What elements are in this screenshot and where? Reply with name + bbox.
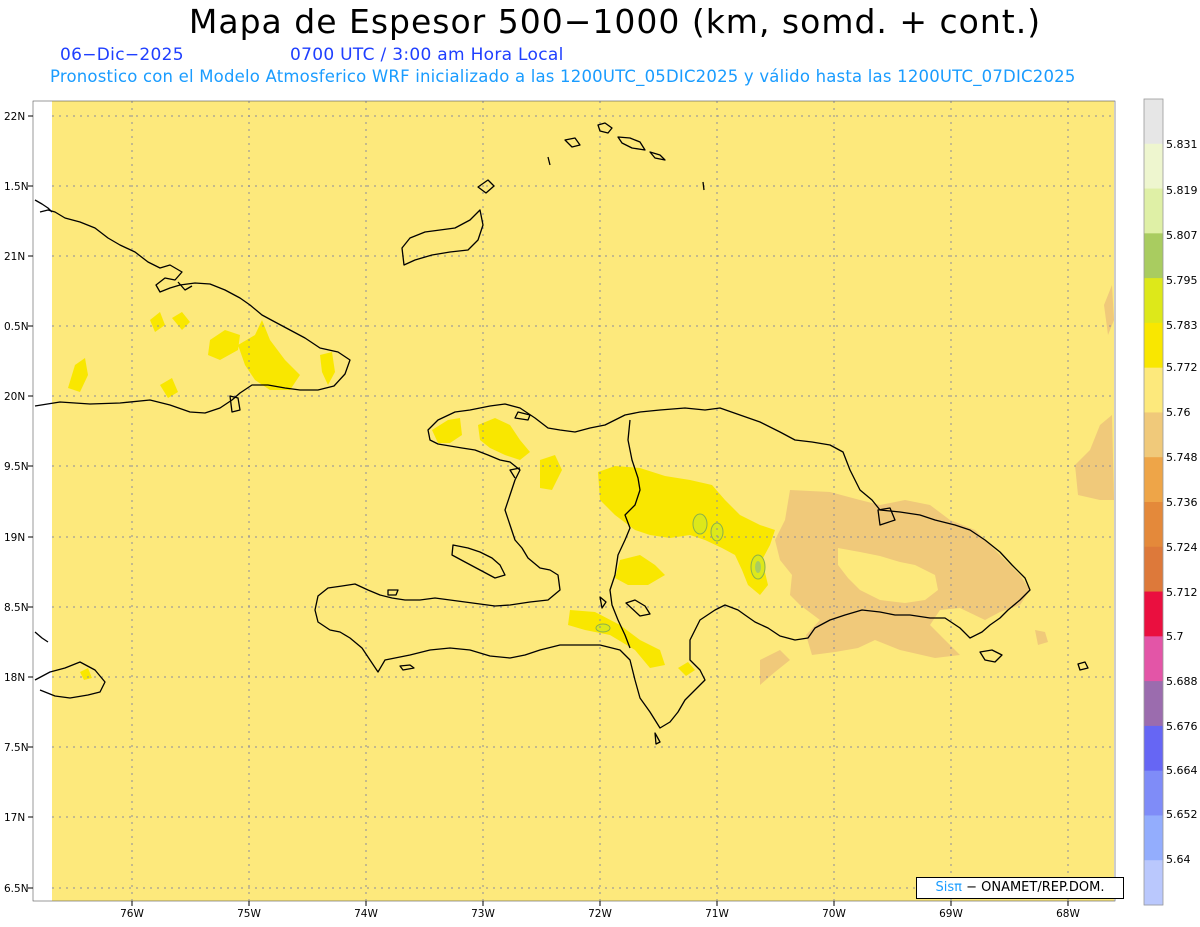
lat-label: 0.5N — [4, 321, 29, 333]
colorbar-label: 5.783 — [1166, 319, 1198, 332]
colorbar-label: 5.795 — [1166, 274, 1198, 287]
colorbar-swatch — [1144, 367, 1163, 413]
colorbar-swatch — [1144, 681, 1163, 727]
colorbar-swatch — [1144, 99, 1163, 145]
map-background — [52, 101, 1114, 901]
lon-label: 70W — [822, 908, 846, 920]
lon-axis: 76W 75W 74W 73W 72W 71W 70W 69W 68W — [120, 908, 1080, 920]
lat-label: 8.5N — [4, 602, 29, 614]
lat-label: 17N — [4, 812, 25, 824]
lon-label: 75W — [237, 908, 261, 920]
colorbar-label: 5.772 — [1166, 361, 1198, 374]
map-figure: 22N 1.5N 21N 0.5N 20N 9.5N 19N 8.5N 18N … — [4, 98, 1198, 920]
lon-ticks — [131, 901, 1069, 906]
colorbar-label: 5.819 — [1166, 184, 1198, 197]
colorbar-swatch — [1144, 143, 1163, 190]
colorbar-swatch — [1144, 502, 1163, 548]
lat-label: 7.5N — [4, 742, 29, 754]
colorbar-swatch — [1144, 233, 1163, 279]
lon-label: 71W — [705, 908, 729, 920]
lat-ticks — [28, 115, 33, 889]
colorbar-swatch — [1144, 770, 1163, 816]
colorbar-labels: 5.831 5.819 5.807 5.795 5.783 5.772 5.76… — [1166, 138, 1198, 866]
lat-label: 18N — [4, 672, 25, 684]
colorbar-label: 5.831 — [1166, 138, 1198, 151]
lon-label: 69W — [939, 908, 963, 920]
colorbar-label: 5.688 — [1166, 675, 1198, 688]
colorbar-swatch — [1144, 188, 1163, 234]
colorbar-label: 5.64 — [1166, 853, 1191, 866]
lon-label: 72W — [588, 908, 612, 920]
lat-label: 19N — [4, 532, 25, 544]
credit-logo: Sisπ — [935, 880, 962, 895]
colorbar-swatch — [1144, 860, 1163, 906]
lat-label: 21N — [4, 251, 25, 263]
colorbar-label: 5.724 — [1166, 541, 1198, 554]
colorbar-swatch — [1144, 278, 1163, 324]
lat-label: 9.5N — [4, 461, 29, 473]
lat-label: 6.5N — [4, 883, 29, 895]
credit-text: − ONAMET/REP.DOM. — [966, 880, 1105, 895]
colorbar-label: 5.807 — [1166, 229, 1198, 242]
lon-label: 73W — [471, 908, 495, 920]
colorbar-swatch — [1144, 725, 1163, 772]
colorbar-label: 5.676 — [1166, 720, 1198, 733]
colorbar — [1143, 98, 1164, 906]
colorbar-swatch — [1144, 412, 1163, 458]
lon-label: 74W — [354, 908, 378, 920]
colorbar-label: 5.652 — [1166, 808, 1198, 821]
colorbar-swatch — [1144, 546, 1163, 593]
colorbar-swatch — [1144, 815, 1163, 861]
colorbar-swatch — [1144, 322, 1163, 369]
colorbar-label: 5.664 — [1166, 764, 1198, 777]
lon-label: 68W — [1056, 908, 1080, 920]
colorbar-label: 5.76 — [1166, 406, 1191, 419]
lat-axis: 22N 1.5N 21N 0.5N 20N 9.5N 19N 8.5N 18N … — [4, 111, 29, 895]
lat-label: 22N — [4, 111, 25, 123]
colorbar-swatch — [1144, 591, 1163, 637]
colorbar-swatch — [1144, 457, 1163, 503]
credit-box: Sisπ − ONAMET/REP.DOM. — [916, 877, 1124, 899]
lat-label: 1.5N — [4, 181, 29, 193]
colorbar-label: 5.712 — [1166, 586, 1198, 599]
colorbar-label: 5.748 — [1166, 451, 1198, 464]
colorbar-label: 5.736 — [1166, 496, 1198, 509]
lat-label: 20N — [4, 391, 25, 403]
lon-label: 76W — [120, 908, 144, 920]
colorbar-label: 5.7 — [1166, 630, 1184, 643]
colorbar-swatch — [1144, 636, 1163, 682]
